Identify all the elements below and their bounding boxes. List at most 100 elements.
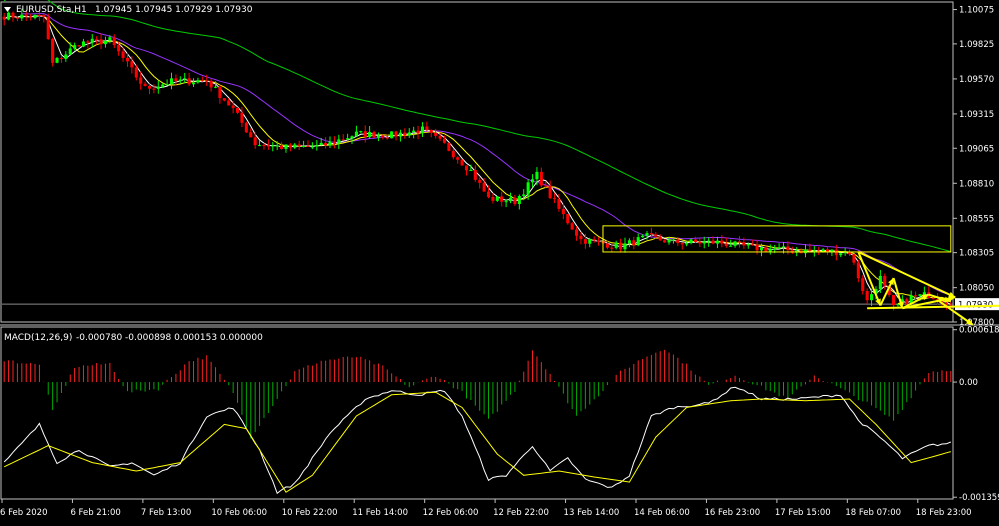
candle-body[interactable] bbox=[55, 57, 59, 63]
candle-body[interactable] bbox=[786, 246, 790, 251]
candle-body[interactable] bbox=[588, 239, 592, 244]
candle-body[interactable] bbox=[733, 241, 737, 246]
candle-body[interactable] bbox=[2, 16, 6, 20]
candle-body[interactable] bbox=[451, 150, 455, 158]
candle-body[interactable] bbox=[861, 278, 865, 292]
candle-body[interactable] bbox=[95, 38, 99, 40]
candle-body[interactable] bbox=[244, 122, 248, 133]
candle-body[interactable] bbox=[302, 145, 306, 147]
candle-body[interactable] bbox=[742, 242, 746, 246]
candle-body[interactable] bbox=[680, 243, 684, 245]
candle-body[interactable] bbox=[416, 130, 420, 134]
candle-body[interactable] bbox=[68, 48, 72, 55]
candle-body[interactable] bbox=[354, 131, 358, 137]
candle-body[interactable] bbox=[324, 142, 328, 146]
candle-body[interactable] bbox=[645, 233, 649, 236]
candle-body[interactable] bbox=[64, 54, 68, 59]
candle-body[interactable] bbox=[218, 86, 222, 99]
candle-body[interactable] bbox=[464, 165, 469, 171]
candle-body[interactable] bbox=[20, 14, 24, 19]
candle-body[interactable] bbox=[59, 57, 63, 59]
candle-body[interactable] bbox=[381, 135, 385, 138]
candle-body[interactable] bbox=[236, 107, 240, 113]
candle-body[interactable] bbox=[702, 241, 706, 244]
candle-body[interactable] bbox=[412, 130, 416, 133]
candle-body[interactable] bbox=[81, 41, 85, 47]
candle-body[interactable] bbox=[649, 233, 653, 235]
candle-body[interactable] bbox=[319, 142, 323, 145]
candle-body[interactable] bbox=[808, 249, 812, 251]
candle-body[interactable] bbox=[174, 78, 178, 82]
candle-body[interactable] bbox=[856, 262, 860, 279]
candle-body[interactable] bbox=[922, 292, 926, 295]
candle-body[interactable] bbox=[711, 240, 715, 244]
candle-body[interactable] bbox=[746, 244, 750, 246]
candle-body[interactable] bbox=[442, 138, 447, 143]
candle-body[interactable] bbox=[297, 144, 301, 147]
candle-body[interactable] bbox=[90, 38, 94, 43]
candle-body[interactable] bbox=[720, 240, 724, 244]
candle-body[interactable] bbox=[839, 253, 843, 256]
candle-body[interactable] bbox=[526, 182, 530, 195]
candle-body[interactable] bbox=[200, 80, 204, 82]
candle-body[interactable] bbox=[143, 83, 147, 86]
candle-body[interactable] bbox=[77, 45, 81, 47]
candle-body[interactable] bbox=[425, 126, 429, 130]
candle-body[interactable] bbox=[191, 82, 196, 85]
candle-body[interactable] bbox=[390, 131, 394, 139]
candle-body[interactable] bbox=[315, 144, 319, 147]
candle-body[interactable] bbox=[108, 37, 112, 41]
candle-body[interactable] bbox=[614, 242, 618, 248]
candle-body[interactable] bbox=[755, 244, 759, 251]
candle-body[interactable] bbox=[737, 241, 742, 243]
candle-body[interactable] bbox=[275, 145, 279, 147]
candle-body[interactable] bbox=[434, 132, 438, 136]
candle-body[interactable] bbox=[156, 86, 160, 89]
candle-body[interactable] bbox=[610, 247, 614, 249]
candle-body[interactable] bbox=[821, 249, 825, 252]
candle-body[interactable] bbox=[231, 105, 235, 108]
candle-body[interactable] bbox=[654, 234, 658, 237]
candle-body[interactable] bbox=[553, 198, 557, 200]
candle-body[interactable] bbox=[438, 135, 442, 139]
candle-body[interactable] bbox=[178, 79, 182, 82]
candle-body[interactable] bbox=[583, 239, 587, 244]
candle-body[interactable] bbox=[288, 144, 292, 148]
candle-body[interactable] bbox=[627, 240, 631, 244]
candle-body[interactable] bbox=[394, 131, 398, 137]
candle-body[interactable] bbox=[125, 57, 130, 62]
candle-body[interactable] bbox=[284, 144, 288, 150]
candle-body[interactable] bbox=[592, 239, 596, 241]
candle-body[interactable] bbox=[368, 131, 372, 138]
candle-body[interactable] bbox=[213, 86, 218, 88]
candle-body[interactable] bbox=[341, 139, 345, 141]
candle-body[interactable] bbox=[262, 145, 266, 147]
candle-body[interactable] bbox=[169, 78, 174, 85]
candle-body[interactable] bbox=[130, 61, 134, 68]
candle-body[interactable] bbox=[918, 294, 922, 296]
candle-body[interactable] bbox=[931, 298, 935, 300]
candle-body[interactable] bbox=[522, 194, 526, 197]
candle-body[interactable] bbox=[676, 239, 680, 244]
candle-body[interactable] bbox=[196, 80, 200, 83]
candle-body[interactable] bbox=[346, 138, 350, 140]
candle-body[interactable] bbox=[878, 275, 882, 290]
candle-body[interactable] bbox=[33, 14, 37, 18]
candle-body[interactable] bbox=[641, 235, 645, 238]
candle-body[interactable] bbox=[781, 246, 786, 248]
candle-body[interactable] bbox=[658, 236, 662, 241]
candle-body[interactable] bbox=[570, 223, 574, 230]
candle-body[interactable] bbox=[266, 145, 270, 147]
candle-body[interactable] bbox=[724, 243, 728, 246]
candle-body[interactable] bbox=[363, 131, 367, 138]
candle-body[interactable] bbox=[7, 12, 11, 20]
candle-body[interactable] bbox=[579, 235, 583, 240]
candle-body[interactable] bbox=[914, 295, 918, 297]
candle-body[interactable] bbox=[707, 240, 711, 242]
candle-body[interactable] bbox=[147, 85, 152, 89]
candle-body[interactable] bbox=[495, 196, 499, 201]
candle-body[interactable] bbox=[112, 37, 116, 46]
candle-body[interactable] bbox=[139, 77, 143, 84]
candle-body[interactable] bbox=[852, 254, 856, 263]
candle-body[interactable] bbox=[187, 78, 191, 85]
